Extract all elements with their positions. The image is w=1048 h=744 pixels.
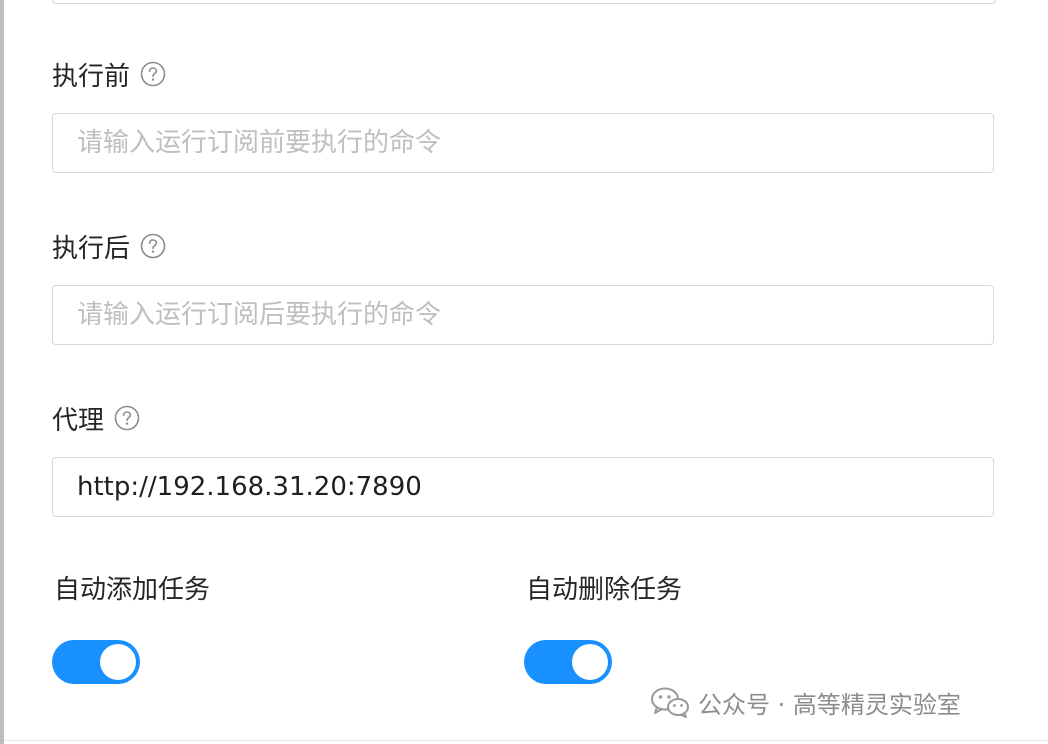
wechat-icon — [650, 686, 690, 718]
previous-field-input[interactable] — [52, 0, 996, 4]
proxy-label: 代理 — [52, 402, 140, 436]
after-command-label: 执行后 — [52, 230, 166, 264]
subscription-form-modal: 执行前 执行后 代理 — [4, 0, 1048, 744]
after-command-input[interactable] — [52, 285, 994, 345]
proxy-input[interactable] — [52, 457, 994, 517]
question-circle-icon[interactable] — [140, 233, 166, 259]
watermark: 公众号 · 高等精灵实验室 — [650, 686, 961, 719]
switch-knob — [100, 644, 136, 680]
before-command-label: 执行前 — [52, 58, 166, 92]
after-command-label-text: 执行后 — [52, 233, 131, 264]
before-command-label-text: 执行前 — [52, 61, 131, 92]
auto-delete-task-label: 自动删除任务 — [526, 575, 683, 605]
switch-knob — [572, 644, 608, 680]
footer-divider — [4, 740, 1048, 741]
question-circle-icon[interactable] — [114, 405, 140, 431]
auto-delete-task-switch[interactable] — [524, 640, 612, 684]
auto-add-task-label: 自动添加任务 — [54, 575, 211, 605]
question-circle-icon[interactable] — [140, 61, 166, 87]
proxy-label-text: 代理 — [52, 405, 105, 436]
watermark-text: 公众号 · 高等精灵实验室 — [698, 690, 961, 719]
auto-add-task-switch[interactable] — [52, 640, 140, 684]
page: 执行前 执行后 代理 — [0, 0, 1048, 744]
before-command-input[interactable] — [52, 113, 994, 173]
